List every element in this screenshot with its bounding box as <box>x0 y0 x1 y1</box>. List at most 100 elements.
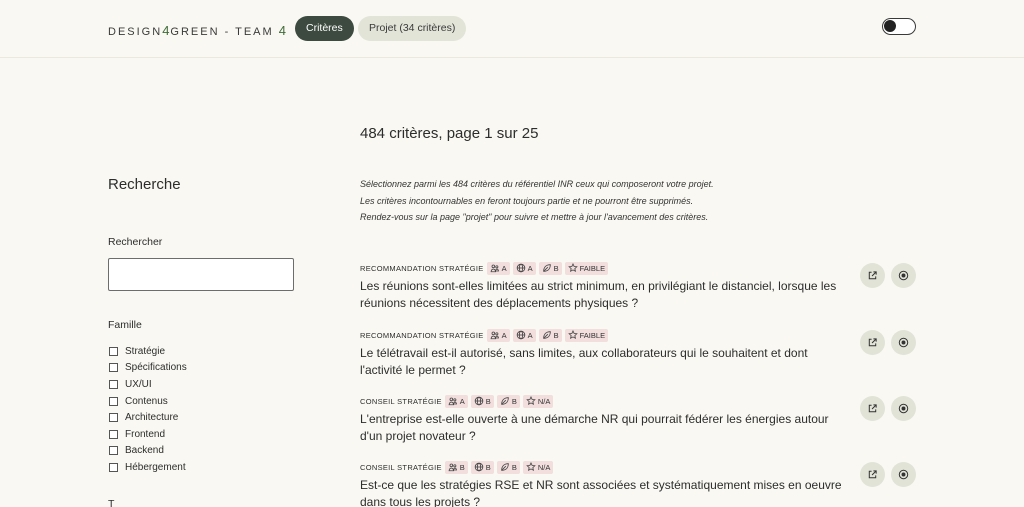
family-filter-list: Stratégie Spécifications UX/UI Contenus … <box>109 343 187 476</box>
prosperity-badge: B <box>538 328 562 342</box>
add-circle-icon <box>898 469 909 480</box>
family-option-label: Frontend <box>125 428 166 440</box>
criterion-category: RECOMMANDATION STRATÉGIE <box>360 330 484 340</box>
checkbox[interactable] <box>109 413 118 423</box>
family-option-label: Architecture <box>125 412 179 424</box>
checkbox[interactable] <box>109 396 118 406</box>
people-icon <box>490 331 499 340</box>
family-option-frontend[interactable]: Frontend <box>109 426 187 443</box>
family-option-architecture[interactable]: Architecture <box>109 409 187 426</box>
family-option-label: Stratégie <box>125 345 166 357</box>
leaf-icon <box>501 397 509 405</box>
search-input[interactable] <box>108 258 294 291</box>
criterion-question[interactable]: Est-ce que les stratégies RSE et NR sont… <box>360 477 850 507</box>
people-badge: A <box>486 261 510 275</box>
top-bar: DESIGN4GREEN - TEAM 4 Critères Projet (3… <box>0 0 1024 58</box>
family-option-contenus[interactable]: Contenus <box>109 393 187 410</box>
criterion-meta: RECOMMANDATION STRATÉGIE A A B FAIBLE <box>360 261 920 275</box>
criterion-item: CONSEIL STRATÉGIE B B B N/A Est-ce que l… <box>360 460 920 507</box>
globe-icon <box>516 330 525 340</box>
criterion-category: CONSEIL STRATÉGIE <box>360 462 442 472</box>
add-criterion-button[interactable] <box>891 263 916 288</box>
priority-badge: FAIBLE <box>564 328 609 342</box>
criterion-meta: RECOMMANDATION STRATÉGIE A A B FAIBLE <box>360 328 920 342</box>
star-icon <box>526 396 536 406</box>
globe-icon <box>516 263 525 273</box>
criterion-question[interactable]: Les réunions sont-elles limitées au stri… <box>360 278 850 311</box>
family-option-strategie[interactable]: Stratégie <box>109 343 187 360</box>
family-option-label: Spécifications <box>125 362 187 374</box>
criterion-actions <box>854 330 916 355</box>
planet-badge: A <box>512 328 536 342</box>
criterion-category: CONSEIL STRATÉGIE <box>360 396 442 406</box>
criterion-meta: CONSEIL STRATÉGIE B B B N/A <box>360 460 920 474</box>
open-criterion-button[interactable] <box>860 263 885 288</box>
sidebar-title: Recherche <box>108 176 181 193</box>
add-criterion-button[interactable] <box>891 330 916 355</box>
intro-line: Les critères incontournables en feront t… <box>360 195 694 206</box>
checkbox[interactable] <box>109 346 118 356</box>
external-link-icon <box>868 470 877 479</box>
criterion-meta: CONSEIL STRATÉGIE A B B N/A <box>360 394 920 408</box>
external-link-icon <box>868 271 877 280</box>
people-icon <box>448 397 457 406</box>
prosperity-badge: B <box>496 460 520 474</box>
people-badge: B <box>444 460 468 474</box>
star-icon <box>526 462 536 472</box>
add-circle-icon <box>898 270 909 281</box>
leaf-icon <box>542 264 551 272</box>
search-label: Rechercher <box>108 236 163 248</box>
toggle-knob <box>884 20 896 32</box>
family-label: Famille <box>108 319 142 331</box>
family-option-specifications[interactable]: Spécifications <box>109 360 187 377</box>
checkbox[interactable] <box>109 379 118 389</box>
prosperity-badge: B <box>496 394 520 408</box>
planet-badge: B <box>470 460 494 474</box>
priority-badge: N/A <box>522 394 554 408</box>
intro-line: Sélectionnez parmi les 484 critères du r… <box>360 179 714 189</box>
tab-projet[interactable]: Projet (34 critères) <box>358 16 467 41</box>
site-logo[interactable]: DESIGN4GREEN - TEAM 4 <box>108 23 287 38</box>
family-option-label: Contenus <box>125 395 168 407</box>
family-option-label: Hébergement <box>125 461 186 473</box>
globe-icon <box>474 462 484 472</box>
star-icon <box>567 263 578 273</box>
intro-text: Sélectionnez parmi les 484 critères du r… <box>360 176 714 226</box>
criterion-question[interactable]: Le télétravail est-il autorisé, sans lim… <box>360 345 850 378</box>
checkbox[interactable] <box>109 429 118 439</box>
people-icon <box>490 264 499 273</box>
checkbox[interactable] <box>109 363 118 373</box>
open-criterion-button[interactable] <box>860 396 885 421</box>
open-criterion-button[interactable] <box>860 330 885 355</box>
theme-toggle[interactable] <box>882 18 916 35</box>
next-filter-label: T <box>108 498 115 507</box>
add-criterion-button[interactable] <box>891 396 916 421</box>
add-circle-icon <box>898 403 909 414</box>
priority-badge: FAIBLE <box>564 261 609 275</box>
family-option-ux-ui[interactable]: UX/UI <box>109 376 187 393</box>
intro-line: Rendez-vous sur la page "projet" pour su… <box>360 212 709 222</box>
family-option-backend[interactable]: Backend <box>109 443 187 460</box>
criterion-actions <box>854 396 916 421</box>
family-option-hebergement[interactable]: Hébergement <box>109 459 187 476</box>
people-badge: A <box>486 328 510 342</box>
external-link-icon <box>868 404 877 413</box>
criterion-item: RECOMMANDATION STRATÉGIE A A B FAIBLE Le… <box>360 328 920 378</box>
checkbox[interactable] <box>109 446 118 456</box>
add-circle-icon <box>898 337 909 348</box>
star-icon <box>567 330 578 340</box>
family-option-label: Backend <box>125 445 164 457</box>
external-link-icon <box>868 338 877 347</box>
criterion-item: CONSEIL STRATÉGIE A B B N/A L'entreprise… <box>360 394 920 444</box>
checkbox[interactable] <box>109 462 118 472</box>
family-option-label: UX/UI <box>125 378 152 390</box>
add-criterion-button[interactable] <box>891 462 916 487</box>
globe-icon <box>474 396 484 406</box>
criterion-actions <box>854 263 916 288</box>
criterion-actions <box>854 462 916 487</box>
results-summary: 484 critères, page 1 sur 25 <box>360 125 539 142</box>
open-criterion-button[interactable] <box>860 462 885 487</box>
leaf-icon <box>501 463 509 471</box>
criterion-question[interactable]: L'entreprise est-elle ouverte à une déma… <box>360 411 850 444</box>
tab-criteres[interactable]: Critères <box>295 16 354 41</box>
